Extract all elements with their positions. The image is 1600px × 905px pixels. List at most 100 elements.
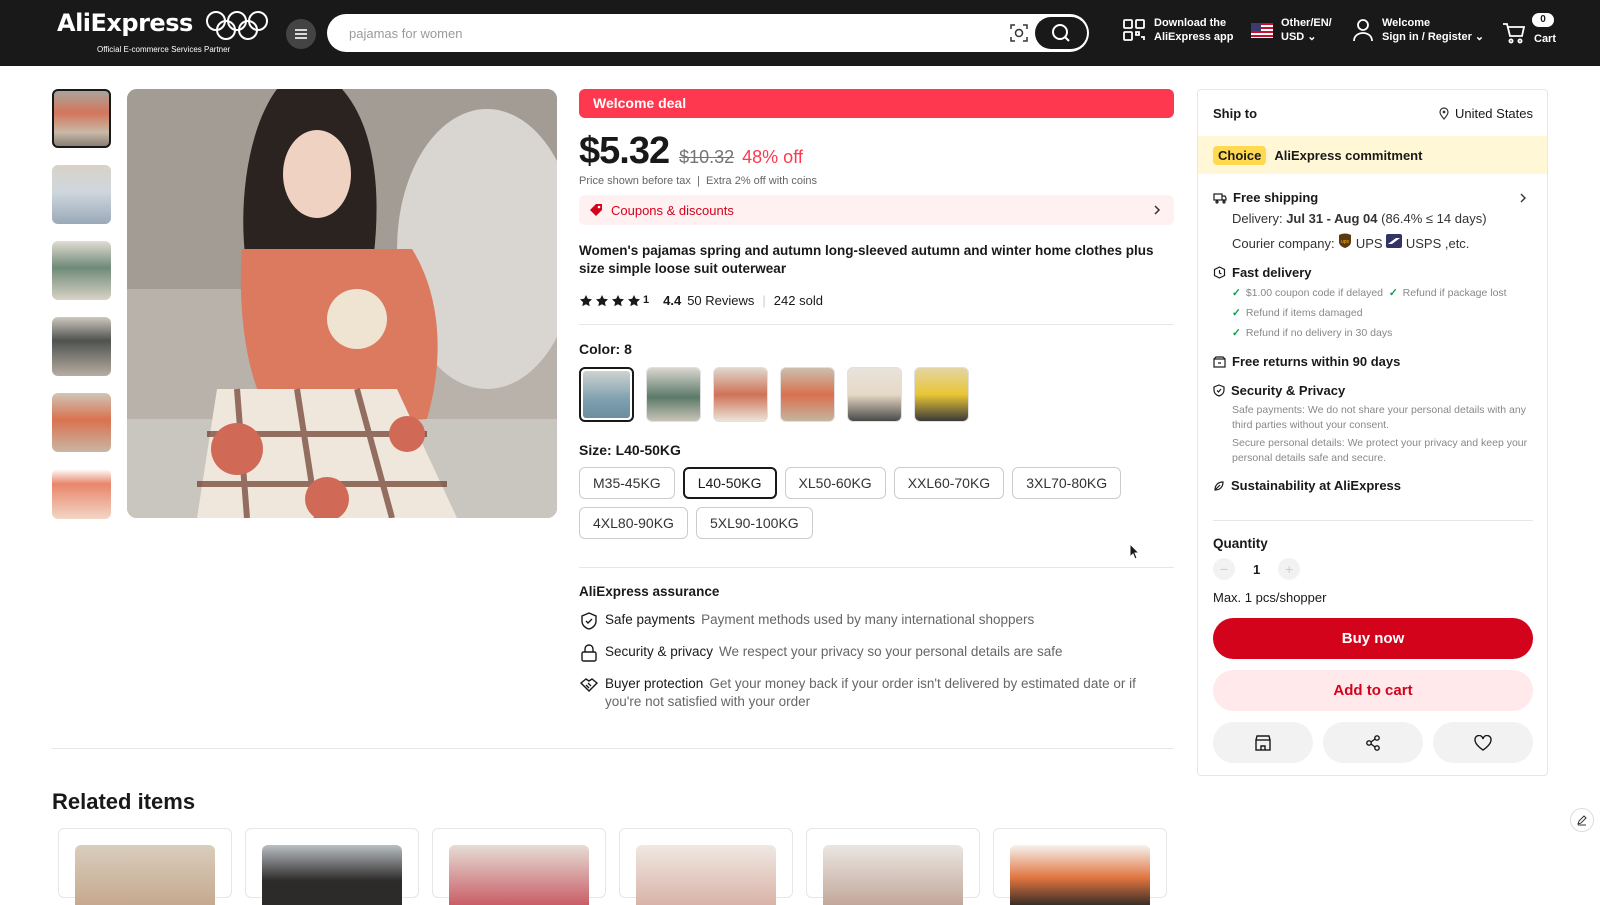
related-item-card[interactable]	[58, 828, 232, 905]
color-option-1[interactable]	[579, 367, 634, 422]
cart-count-badge: 0	[1532, 13, 1554, 27]
related-item-card[interactable]	[619, 828, 793, 905]
assurance-title: AliExpress assurance	[579, 584, 720, 599]
courier-usps: USPS ,etc.	[1405, 236, 1470, 251]
assurance-item: Safe payments Payment methods used by man…	[579, 611, 1174, 631]
check-icon: ✓	[1232, 287, 1241, 299]
choice-commitment-bar: Choice AliExpress commitment	[1198, 136, 1547, 174]
delivery-dates: Jul 31 - Aug 04	[1286, 211, 1378, 226]
color-label: Color: 8	[579, 341, 632, 357]
related-items-title: Related items	[52, 789, 196, 814]
assurance-key: Security & privacy	[605, 644, 714, 659]
thumbnail-6[interactable]	[52, 469, 111, 519]
product-title: Women's pajamas spring and autumn long-s…	[579, 243, 1154, 276]
rating-value: 4.4	[663, 293, 682, 308]
logo-subtitle: Official E-commerce Services Partner	[97, 45, 231, 54]
store-button[interactable]	[1213, 722, 1313, 763]
reviews-link[interactable]: 50 Reviews	[687, 293, 754, 308]
color-option-5[interactable]	[847, 367, 902, 422]
ship-country: United States	[1454, 106, 1533, 121]
hamburger-icon	[295, 29, 307, 39]
thumbnail-2[interactable]	[52, 165, 111, 224]
thumbnail-5[interactable]	[52, 393, 111, 452]
search-input[interactable]	[349, 14, 989, 52]
locale-line2: USD	[1281, 31, 1305, 43]
decrease-button[interactable]: −	[1213, 558, 1235, 580]
app-line2: AliExpress app	[1154, 31, 1234, 43]
related-item-card[interactable]	[245, 828, 419, 905]
fd-item: Refund if no delivery in 30 days	[1245, 327, 1393, 339]
size-option[interactable]: M35-45KG	[579, 467, 675, 499]
image-search-icon[interactable]	[1009, 23, 1029, 43]
assurance-item: Security & privacy We respect your privac…	[579, 643, 1174, 663]
check-icon: ✓	[1232, 327, 1241, 339]
quantity-label: Quantity	[1213, 536, 1268, 551]
section-divider	[52, 748, 1174, 749]
sustainability-link[interactable]: Sustainability at AliExpress	[1213, 478, 1535, 493]
share-button[interactable]	[1323, 722, 1423, 763]
size-option[interactable]: 4XL80-90KG	[579, 507, 688, 539]
us-flag-icon	[1251, 22, 1273, 38]
menu-button[interactable]	[286, 19, 316, 49]
fd-item: Refund if items damaged	[1245, 307, 1363, 319]
thumbnail-list	[52, 89, 113, 536]
add-to-cart-button[interactable]: Add to cart	[1213, 670, 1533, 711]
handshake-icon	[579, 678, 599, 692]
color-option-6[interactable]	[914, 367, 969, 422]
size-option[interactable]: 3XL70-80KG	[1012, 467, 1122, 499]
size-label: Size: L40-50KG	[579, 442, 681, 458]
purchase-panel: Ship to United States Choice AliExpress …	[1197, 89, 1548, 776]
search-icon	[1052, 24, 1070, 42]
locale-selector[interactable]: Other/EN/USD ⌄	[1251, 16, 1332, 44]
assurance-value: Payment methods used by many internation…	[701, 612, 1035, 627]
aliexpress-logo[interactable]: AliExpress Official E-commerce Services …	[57, 9, 230, 54]
thumbnail-4[interactable]	[52, 317, 111, 376]
color-option-4[interactable]	[780, 367, 835, 422]
leaf-icon	[1214, 480, 1224, 491]
coupons-row[interactable]: Coupons & discounts	[579, 195, 1174, 225]
share-icon	[1366, 734, 1380, 751]
search-bar	[327, 14, 1089, 52]
color-option-3[interactable]	[713, 367, 768, 422]
rating-row[interactable]: 1 4.4 50 Reviews | 242 sold	[579, 293, 1174, 308]
security-section: Security & Privacy Safe payments: We do …	[1213, 383, 1535, 466]
main-product-image[interactable]	[127, 89, 557, 518]
star-icon	[580, 294, 592, 306]
size-option[interactable]: XL50-60KG	[784, 467, 886, 499]
size-option[interactable]: 5XL90-100KG	[695, 507, 813, 539]
download-app-link[interactable]: Download the AliExpress app	[1122, 16, 1233, 44]
account-menu[interactable]: Welcome Sign in / Register ⌄	[1352, 16, 1484, 44]
welcome-deal-banner: Welcome deal	[579, 89, 1174, 118]
sold-count: 242 sold	[773, 293, 823, 308]
ship-to-selector[interactable]: United States	[1439, 106, 1533, 121]
shipping-section[interactable]: Free shipping Delivery: Jul 31 - Aug 04 …	[1213, 190, 1535, 256]
delivery-prefix: Delivery:	[1232, 211, 1283, 226]
check-icon: ✓	[1232, 307, 1241, 319]
thumbnail-3[interactable]	[52, 241, 111, 300]
user-icon	[1353, 19, 1373, 42]
search-button[interactable]	[1035, 17, 1087, 49]
increase-button[interactable]: +	[1278, 558, 1301, 580]
qr-code-icon	[1123, 19, 1145, 41]
quantity-stepper: − 1 +	[1213, 558, 1301, 580]
size-option[interactable]: XXL60-70KG	[893, 467, 1005, 499]
free-shipping-label: Free shipping	[1233, 190, 1319, 205]
quantity-value: 1	[1253, 561, 1261, 577]
related-item-card[interactable]	[432, 828, 606, 905]
wishlist-button[interactable]	[1433, 722, 1533, 763]
related-item-card[interactable]	[993, 828, 1167, 905]
color-option-2[interactable]	[646, 367, 701, 422]
free-returns-label: Free returns within 90 days	[1232, 354, 1401, 369]
divider	[579, 567, 1174, 568]
truck-icon	[1213, 192, 1227, 204]
related-item-card[interactable]	[806, 828, 980, 905]
assurance-value: We respect your privacy so your personal…	[719, 644, 1063, 659]
cart-icon	[1503, 23, 1526, 44]
color-options	[579, 367, 1174, 422]
ship-to-label: Ship to	[1213, 106, 1258, 121]
feedback-edit-button[interactable]	[1570, 808, 1594, 832]
fd-item: $1.00 coupon code if delayed	[1245, 287, 1384, 299]
buy-now-button[interactable]: Buy now	[1213, 618, 1533, 659]
thumbnail-1[interactable]	[52, 89, 111, 148]
size-option-selected[interactable]: L40-50KG	[682, 467, 777, 499]
